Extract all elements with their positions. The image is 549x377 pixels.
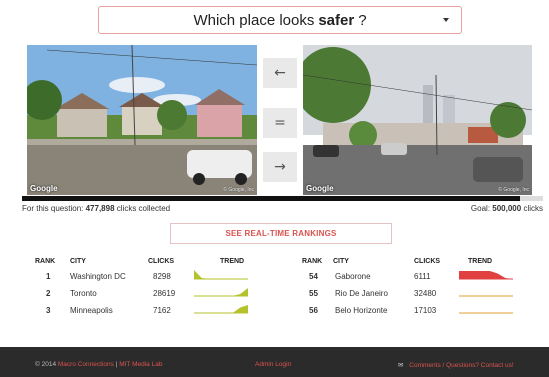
city-name: Belo Horizonte <box>335 306 388 315</box>
rank-number: 3 <box>46 306 51 315</box>
image-copyright: © Google, Inc <box>498 187 529 193</box>
header-city: CITY <box>333 258 349 265</box>
goal-label: Goal: <box>470 204 491 213</box>
question-emphasis: safer <box>318 11 355 29</box>
header-clicks: CLICKS <box>414 258 441 265</box>
rank-number: 56 <box>309 306 318 315</box>
progress-fill <box>22 196 520 201</box>
google-logo: Google <box>30 184 58 193</box>
contact-text: Comments / Questions? Contact us! <box>409 362 514 369</box>
caret-down-icon <box>443 18 449 22</box>
table-row: 56 Belo Horizonte 17103 <box>298 306 528 323</box>
city-clicks: 8298 <box>153 272 171 281</box>
header-trend: TREND <box>220 258 245 265</box>
right-street-image[interactable]: Google © Google, Inc <box>303 45 532 195</box>
trend-area <box>194 305 248 313</box>
city-name: Gaborone <box>335 272 371 281</box>
city-name: Minneapolis <box>70 306 113 315</box>
right-street-scene <box>303 45 532 195</box>
mit-media-lab-link[interactable]: MIT Media Lab <box>119 361 162 368</box>
header-city: CITY <box>70 258 86 265</box>
image-copyright: © Google, Inc <box>223 187 254 193</box>
city-name: Washington DC <box>70 272 126 281</box>
left-street-image[interactable]: Google © Google, Inc <box>27 45 257 195</box>
rank-table-bottom: RANK CITY CLICKS TREND 54 Gaborone 6111 55 R… <box>298 258 528 323</box>
question-suffix: ? <box>358 11 367 29</box>
footer-copyright: © 2014 <box>35 361 57 368</box>
left-street-scene <box>27 45 257 195</box>
header-rank: RANK <box>35 258 56 265</box>
trend-area <box>194 270 248 279</box>
trend-sparkline <box>194 270 248 280</box>
rank-number: 2 <box>46 289 51 298</box>
rank-table-top: RANK CITY CLICKS TREND 1 Washington DC 829… <box>22 258 262 323</box>
macro-connections-link[interactable]: Macro Connections <box>58 361 114 368</box>
vote-equal-button[interactable]: = <box>263 108 297 138</box>
city-clicks: 6111 <box>414 272 431 281</box>
trend-sparkline <box>194 288 248 297</box>
envelope-icon: ✉ <box>398 362 404 369</box>
contact-link[interactable]: ✉ Comments / Questions? Contact us! <box>398 361 514 369</box>
city-clicks: 17103 <box>414 306 437 315</box>
footer-credits: © 2014 Macro Connections | MIT Media Lab <box>35 361 162 368</box>
trend-sparkline <box>194 305 248 314</box>
footer: © 2014 Macro Connections | MIT Media Lab… <box>0 347 549 377</box>
question-dropdown[interactable]: Which place looks safer ? <box>98 6 462 34</box>
clicks-progress-bar <box>22 196 543 201</box>
rank-number: 55 <box>309 289 318 298</box>
header-trend: TREND <box>468 258 493 265</box>
rank-number: 54 <box>309 272 318 281</box>
goal-count: 500,000 <box>492 204 522 213</box>
admin-login-link[interactable]: Admin Login <box>255 361 291 368</box>
trend-area <box>194 288 248 296</box>
header-rank: RANK <box>302 258 323 265</box>
trend-sparkline <box>459 295 513 297</box>
table-row: 3 Minneapolis 7162 <box>22 305 262 323</box>
see-rankings-button[interactable]: SEE REAL-TIME RANKINGS <box>170 223 392 244</box>
rank-number: 1 <box>46 272 51 281</box>
clicks-status: For this question: 477,898 clicks collec… <box>22 204 543 213</box>
city-clicks: 28619 <box>153 289 176 298</box>
vote-left-button[interactable]: ← <box>263 58 297 88</box>
city-name: Rio De Janeiro <box>335 289 388 298</box>
goal-suffix: clicks <box>523 204 543 213</box>
clicks-count: 477,898 <box>85 204 115 213</box>
city-name: Toronto <box>70 289 97 298</box>
trend-sparkline <box>459 271 513 280</box>
trend-sparkline <box>459 312 513 314</box>
footer-separator: | <box>115 361 118 368</box>
header-clicks: CLICKS <box>148 258 175 265</box>
google-logo: Google <box>306 184 334 193</box>
goal-status: Goal: 500,000 clicks <box>471 204 543 213</box>
question-prefix: Which place looks <box>193 11 315 29</box>
trend-area <box>459 271 513 279</box>
vote-right-button[interactable]: → <box>263 152 297 182</box>
clicks-suffix: clicks collected <box>116 204 171 213</box>
city-clicks: 7162 <box>153 306 171 315</box>
city-clicks: 32480 <box>414 289 437 298</box>
clicks-label: For this question: <box>22 204 84 213</box>
